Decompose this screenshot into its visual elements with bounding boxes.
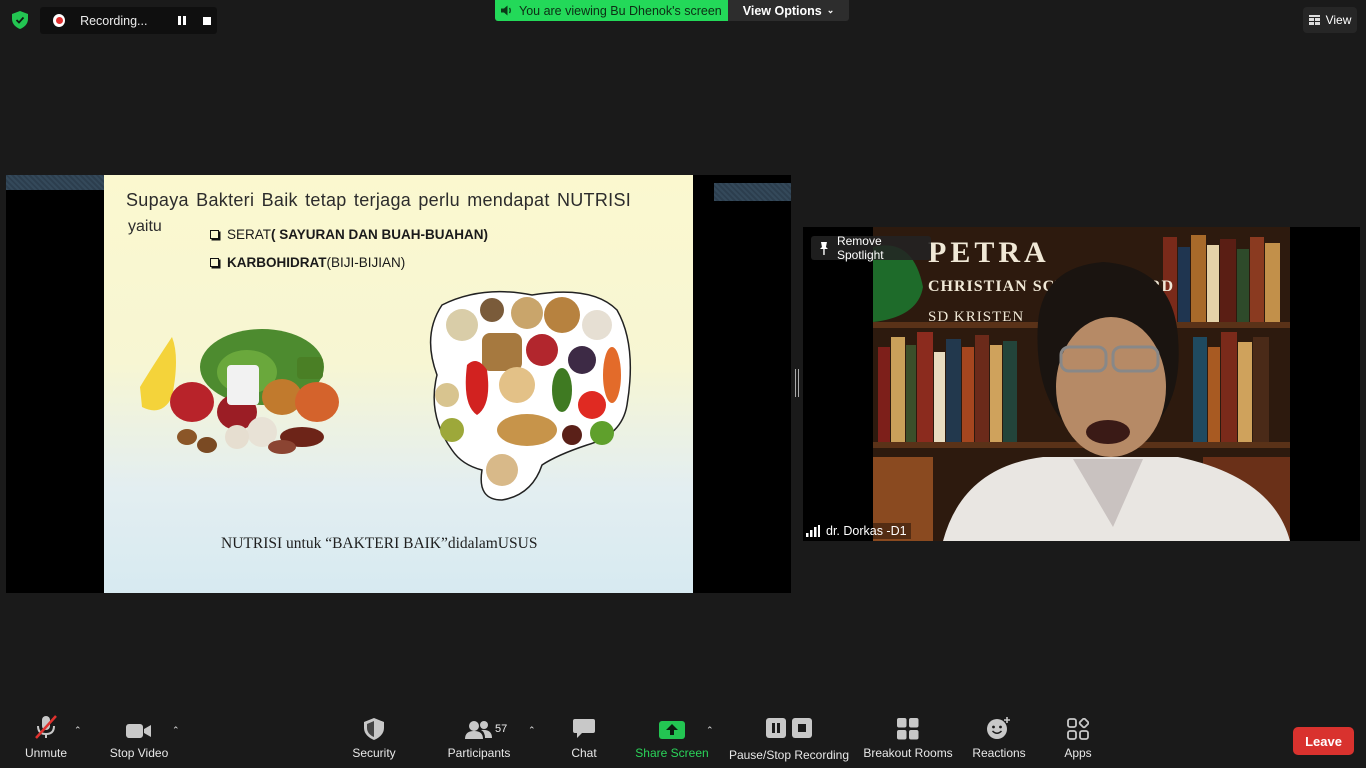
grid-view-icon bbox=[1308, 15, 1320, 25]
slide-caption: NUTRISI untuk “BAKTERI BAIK”didalamUSUS bbox=[221, 535, 538, 552]
apps-button[interactable]: Apps bbox=[1056, 712, 1100, 768]
video-options-caret-icon[interactable]: ⌃ bbox=[172, 725, 180, 736]
meeting-toolbar: Unmute ⌃ Stop Video ⌃ Security Participa… bbox=[0, 712, 1366, 768]
background-text-petra: PETRA bbox=[928, 236, 1050, 269]
share-screen-arrow-icon bbox=[659, 721, 685, 739]
pause-stop-recording-label: Pause/Stop Recording bbox=[728, 748, 850, 762]
participants-icon bbox=[465, 721, 492, 739]
split-view-resize-handle[interactable] bbox=[795, 369, 799, 397]
presentation-slide: Supaya Bakteri Baik tetap terjaga perlu … bbox=[104, 175, 693, 593]
shared-screen[interactable]: Supaya Bakteri Baik tetap terjaga perlu … bbox=[6, 175, 791, 593]
slide-title: Supaya Bakteri Baik tetap terjaga perlu … bbox=[126, 190, 632, 210]
view-label: View bbox=[1325, 13, 1352, 27]
breakout-rooms-label: Breakout Rooms bbox=[863, 746, 953, 760]
breakout-rooms-grid-icon bbox=[897, 718, 919, 740]
view-options-label: View Options bbox=[742, 3, 822, 18]
leave-button[interactable]: Leave bbox=[1293, 727, 1354, 755]
video-camera-icon bbox=[126, 724, 151, 738]
bullet-text: (BIJI-BIJIAN) bbox=[326, 255, 406, 270]
stop-recording-button[interactable] bbox=[197, 10, 217, 32]
recording-label: Recording... bbox=[80, 13, 148, 28]
share-screen-button[interactable]: Share Screen bbox=[634, 712, 710, 768]
vegetables-fruits-image bbox=[140, 329, 339, 454]
security-label: Security bbox=[352, 746, 396, 760]
chat-button[interactable]: Chat bbox=[562, 712, 606, 768]
reactions-button[interactable]: Reactions bbox=[968, 712, 1030, 768]
security-shield-icon bbox=[364, 718, 384, 740]
checkbox-bullet-icon bbox=[210, 230, 219, 239]
breakout-rooms-button[interactable]: Breakout Rooms bbox=[862, 712, 954, 768]
bullet-text: SERAT bbox=[227, 227, 272, 242]
pause-recording-button[interactable] bbox=[172, 10, 192, 32]
participants-options-caret-icon[interactable]: ⌃ bbox=[528, 725, 536, 736]
reactions-label: Reactions bbox=[972, 746, 1026, 760]
participant-name: dr. Dorkas -D1 bbox=[826, 524, 907, 538]
signal-strength-icon bbox=[806, 525, 820, 537]
view-button[interactable]: View bbox=[1303, 7, 1357, 33]
recording-indicator: Recording... bbox=[40, 7, 217, 34]
background-text-school: SD KRISTEN bbox=[928, 309, 1024, 325]
stop-video-button[interactable]: Stop Video bbox=[104, 712, 174, 768]
chat-label: Chat bbox=[571, 746, 597, 760]
share-options-caret-icon[interactable]: ⌃ bbox=[706, 725, 714, 736]
apps-label: Apps bbox=[1064, 746, 1092, 760]
viewing-screen-label: You are viewing Bu Dhenok's screen bbox=[519, 3, 722, 18]
participants-button[interactable]: Participants bbox=[444, 712, 514, 768]
microphone-muted-icon bbox=[35, 715, 57, 739]
audio-options-caret-icon[interactable]: ⌃ bbox=[74, 725, 82, 736]
viewing-screen-banner: You are viewing Bu Dhenok's screen bbox=[495, 0, 728, 21]
participants-label: Participants bbox=[447, 746, 511, 760]
speaker-video-tile[interactable]: PETRA CHRISTIAN SCHOOL BOARD SD KRISTEN … bbox=[803, 227, 1360, 541]
pin-icon bbox=[819, 241, 828, 255]
unmute-label: Unmute bbox=[24, 746, 68, 760]
chat-bubble-icon bbox=[573, 719, 595, 738]
speaker-video-feed: PETRA CHRISTIAN SCHOOL BOARD SD KRISTEN bbox=[873, 227, 1290, 541]
stop-video-label: Stop Video bbox=[109, 746, 169, 760]
remove-spotlight-label: Remove Spotlight bbox=[836, 234, 884, 262]
slide-bullet: KARBOHIDRAT (BIJI-BIJIAN) bbox=[210, 255, 405, 270]
stop-icon bbox=[792, 718, 812, 738]
checkbox-bullet-icon bbox=[210, 258, 219, 267]
slide-title-continued: yaitu bbox=[128, 218, 162, 235]
chevron-down-icon: ⌄ bbox=[826, 5, 835, 15]
slide-bullet: SERAT ( SAYURAN DAN BUAH-BUAHAN) bbox=[210, 227, 488, 242]
pause-icon bbox=[766, 718, 786, 738]
bullet-text-bold: KARBOHIDRAT bbox=[227, 255, 327, 270]
view-options-button[interactable]: View Options ⌄ bbox=[728, 0, 849, 21]
unmute-button[interactable]: Unmute bbox=[18, 712, 74, 768]
security-shield-icon[interactable] bbox=[8, 8, 32, 32]
remove-spotlight-button[interactable]: Remove Spotlight bbox=[811, 234, 931, 262]
pause-stop-recording-button[interactable]: Pause/Stop Recording bbox=[728, 712, 850, 768]
apps-icon bbox=[1067, 718, 1089, 740]
participants-count-badge: 57 bbox=[495, 723, 508, 735]
participant-name-tag: dr. Dorkas -D1 bbox=[806, 523, 911, 539]
emoji-smile-icon bbox=[987, 717, 1010, 739]
security-button[interactable]: Security bbox=[346, 712, 402, 768]
bookshelf-virtual-background: PETRA CHRISTIAN SCHOOL BOARD SD KRISTEN bbox=[873, 227, 1290, 541]
recording-dot-icon bbox=[53, 14, 66, 27]
bullet-text-bold: ( SAYURAN DAN BUAH-BUAHAN) bbox=[271, 227, 489, 242]
share-screen-label: Share Screen bbox=[635, 746, 709, 760]
shared-window-fragment bbox=[714, 183, 791, 201]
speaker-icon bbox=[501, 5, 511, 16]
intestine-food-image bbox=[429, 290, 632, 501]
